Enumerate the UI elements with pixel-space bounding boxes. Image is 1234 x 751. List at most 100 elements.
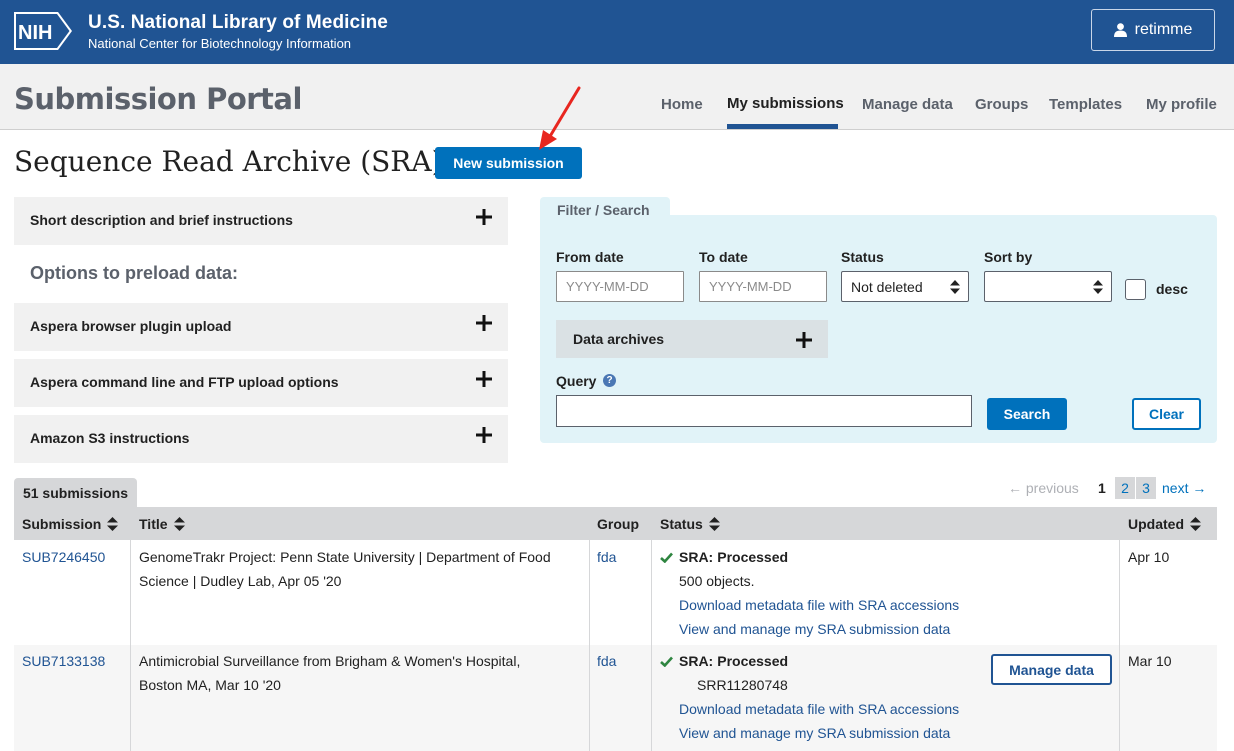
status-database: SRA:	[679, 549, 714, 565]
updated-date: Mar 10	[1128, 653, 1172, 669]
accordion-label: Aspera browser plugin upload	[30, 318, 232, 334]
plus-icon	[476, 427, 492, 443]
user-account-button[interactable]: retimme	[1091, 9, 1215, 51]
plus-icon	[476, 315, 492, 331]
column-header-updated[interactable]: Updated	[1128, 516, 1201, 532]
status-value: Processed	[717, 549, 789, 565]
status-summary: SRA: Processed	[660, 549, 788, 565]
column-header-submission[interactable]: Submission	[22, 516, 119, 532]
submission-id-link[interactable]: SUB7246450	[22, 545, 105, 569]
checkmark-icon	[660, 656, 673, 667]
nav-groups[interactable]: Groups	[975, 96, 1028, 113]
svg-text:NIH: NIH	[18, 22, 52, 44]
download-metadata-link[interactable]: Download metadata file with SRA accessio…	[679, 697, 959, 721]
column-header-label: Updated	[1128, 516, 1184, 532]
nav-templates[interactable]: Templates	[1049, 96, 1122, 113]
plus-icon	[476, 371, 492, 387]
status-detail: SRR11280748	[697, 677, 788, 693]
desc-label[interactable]: desc	[1156, 281, 1188, 297]
pagination-previous: ← previous	[1008, 480, 1079, 496]
to-date-label: To date	[699, 249, 748, 265]
column-header-label: Submission	[22, 516, 102, 532]
submission-count: 51 submissions	[14, 478, 137, 507]
accordion-short-description[interactable]: Short description and brief instructions	[14, 197, 508, 245]
page-title: Sequence Read Archive (SRA)	[14, 145, 443, 178]
from-date-input[interactable]: YYYY-MM-DD	[556, 271, 684, 302]
pagination-page-3[interactable]: 3	[1136, 477, 1156, 499]
nav-my-profile[interactable]: My profile	[1146, 96, 1217, 113]
column-header-title[interactable]: Title	[139, 516, 185, 532]
column-header-group: Group	[597, 516, 639, 532]
column-header-status[interactable]: Status	[660, 516, 720, 532]
sort-icon	[107, 517, 119, 531]
column-divider	[651, 507, 652, 751]
to-date-input[interactable]: YYYY-MM-DD	[699, 271, 827, 302]
submission-title-line: Boston MA, Mar 10 '20	[139, 677, 281, 693]
org-subtitle[interactable]: National Center for Biotechnology Inform…	[88, 36, 351, 51]
accordion-amazon-s3[interactable]: Amazon S3 instructions	[14, 415, 508, 463]
sort-by-label: Sort by	[984, 249, 1033, 265]
accordion-label: Aspera command line and FTP upload optio…	[30, 374, 339, 390]
nav-my-submissions[interactable]: My submissions	[727, 95, 844, 112]
group-link[interactable]: fda	[597, 649, 616, 673]
from-date-label: From date	[556, 249, 624, 265]
data-archives-label[interactable]: Data archives	[573, 331, 664, 347]
status-select-value: Not deleted	[851, 278, 923, 295]
submission-title-line: GenomeTrakr Project: Penn State Universi…	[139, 549, 551, 565]
query-label: Query	[556, 373, 597, 389]
submission-title-line: Science | Dudley Lab, Apr 05 '20	[139, 573, 342, 589]
nav-home[interactable]: Home	[661, 96, 703, 113]
pagination-next[interactable]: next →	[1162, 477, 1206, 499]
query-input[interactable]	[556, 395, 972, 427]
active-nav-indicator	[727, 124, 838, 129]
column-header-label: Group	[597, 516, 639, 532]
help-icon[interactable]: ?	[603, 374, 616, 387]
plus-icon[interactable]	[796, 332, 812, 348]
status-label: Status	[841, 249, 884, 265]
column-divider	[589, 507, 590, 751]
submission-id-link[interactable]: SUB7133138	[22, 649, 105, 673]
sort-icon	[708, 517, 720, 531]
manage-data-button[interactable]: Manage data	[991, 654, 1112, 685]
column-divider	[130, 507, 131, 751]
status-database: SRA:	[679, 653, 714, 669]
column-header-label: Title	[139, 516, 168, 532]
clear-button[interactable]: Clear	[1132, 398, 1201, 430]
view-manage-data-link[interactable]: View and manage my SRA submission data	[679, 617, 950, 641]
sort-by-select[interactable]	[984, 271, 1112, 302]
accordion-aspera-browser[interactable]: Aspera browser plugin upload	[14, 303, 508, 351]
checkmark-icon	[660, 552, 673, 563]
sort-icon	[173, 517, 185, 531]
nih-logo[interactable]: NIH	[14, 12, 74, 50]
select-arrows-icon	[1093, 280, 1103, 294]
filter-tab-label: Filter / Search	[557, 202, 650, 218]
view-manage-data-link[interactable]: View and manage my SRA submission data	[679, 721, 950, 745]
user-icon	[1113, 23, 1127, 37]
preload-options-heading: Options to preload data:	[30, 263, 239, 283]
download-metadata-link[interactable]: Download metadata file with SRA accessio…	[679, 593, 959, 617]
status-select[interactable]: Not deleted	[841, 271, 969, 302]
org-title[interactable]: U.S. National Library of Medicine	[88, 12, 388, 34]
plus-icon	[476, 209, 492, 225]
group-link[interactable]: fda	[597, 545, 616, 569]
status-value: Processed	[717, 653, 789, 669]
pagination-page-2[interactable]: 2	[1115, 477, 1135, 499]
status-summary: SRA: Processed	[660, 653, 788, 669]
site-header: NIH U.S. National Library of Medicine Na…	[0, 0, 1234, 64]
updated-date: Apr 10	[1128, 549, 1170, 565]
user-name: retimme	[1134, 21, 1193, 38]
pagination-page-1: 1	[1098, 480, 1106, 496]
accordion-label: Short description and brief instructions	[30, 212, 293, 228]
annotation-arrow	[539, 86, 581, 150]
sort-icon	[1190, 517, 1201, 531]
accordion-label: Amazon S3 instructions	[30, 430, 190, 446]
accordion-aspera-cli-ftp[interactable]: Aspera command line and FTP upload optio…	[14, 359, 508, 407]
select-arrows-icon	[950, 280, 960, 294]
column-header-label: Status	[660, 516, 703, 532]
column-divider	[1119, 507, 1120, 751]
nav-manage-data[interactable]: Manage data	[862, 96, 953, 113]
desc-checkbox[interactable]	[1125, 279, 1146, 300]
search-button[interactable]: Search	[987, 398, 1067, 430]
status-detail: 500 objects.	[679, 573, 755, 589]
portal-title[interactable]: Submission Portal	[14, 82, 302, 116]
